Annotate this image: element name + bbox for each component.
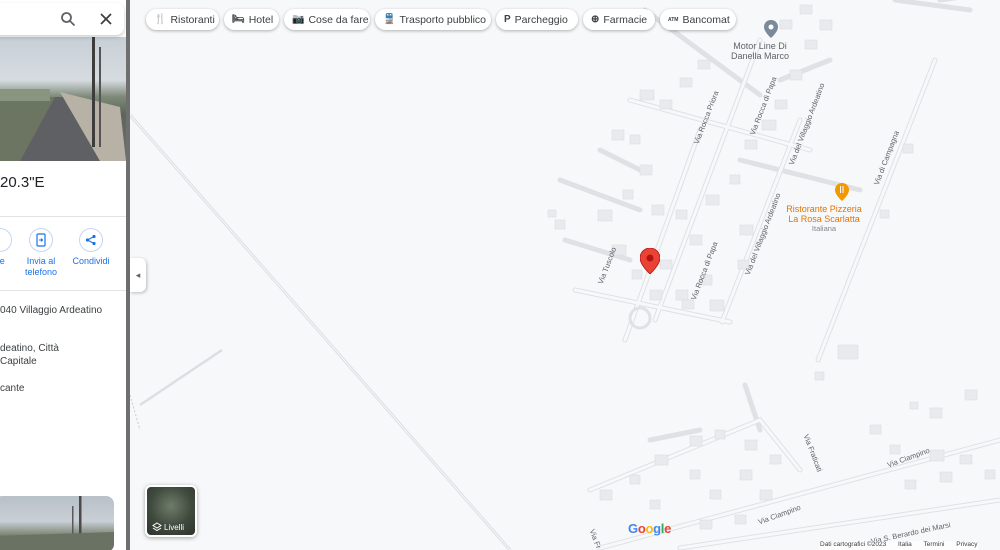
chip-label: Cose da fare [308, 13, 369, 26]
locality-line1: deatino, Città [0, 343, 59, 354]
google-letter: g [653, 521, 661, 536]
chip-hotel[interactable]: 🛏 Hotel [224, 9, 279, 30]
pharmacy-icon: ⊕ [591, 14, 600, 25]
chip-parcheggio[interactable]: P Parcheggio [496, 9, 578, 30]
search-icon[interactable] [60, 11, 76, 27]
google-logo: Google [628, 521, 671, 536]
poi-name-line: Danella Marco [730, 51, 790, 61]
google-letter: e [664, 521, 672, 536]
map-attribution: Dati cartografici ©2023 Italia Termini P… [820, 541, 978, 550]
chip-trasporto-pubblico[interactable]: 🚆 Trasporto pubblico [375, 9, 491, 30]
photo-scene [0, 496, 114, 550]
share-action[interactable]: Condividi [65, 228, 117, 267]
divider [0, 216, 126, 217]
send-to-phone-action[interactable]: Invia al telefono [15, 228, 67, 278]
restaurant-icon: 🍴 [154, 14, 167, 25]
send-to-phone-icon [29, 228, 53, 252]
plus-code[interactable]: cante [0, 382, 24, 395]
chip-bancomat[interactable]: ATM Bancomat [660, 9, 736, 30]
share-icon [79, 228, 103, 252]
chip-label: Parcheggio [514, 13, 568, 26]
location-marker-icon[interactable] [640, 248, 660, 274]
address-line[interactable]: 040 Villaggio Ardeatino [0, 304, 102, 317]
parking-icon: P [504, 14, 511, 25]
action-label: Invia al telefono [24, 256, 58, 277]
chip-label: Bancomat [682, 13, 730, 26]
map-canvas[interactable]: Via Rocca Priora Via Rocca di Papa Via d… [0, 0, 1000, 550]
place-pin-icon [764, 20, 778, 38]
map-data-credit: Dati cartografici ©2023 [820, 541, 887, 548]
restaurant-pin-icon [835, 183, 849, 201]
poi-name-line: Motor Line Di [733, 41, 787, 51]
privacy-link[interactable]: Privacy [956, 541, 977, 548]
place-details-panel: 20.3"E ze Invia al telefono Condividi 04… [0, 0, 126, 550]
chip-ristoranti[interactable]: 🍴 Ristoranti [146, 9, 219, 30]
poi-category: Italiana [811, 224, 837, 233]
street-view-photo[interactable] [0, 37, 126, 161]
poi-ristorante[interactable]: Ristorante Pizzeria La Rosa Scarlatta It… [774, 183, 868, 235]
poi-name-line: Ristorante Pizzeria [786, 204, 862, 214]
google-letter: G [628, 521, 638, 536]
hotel-icon: 🛏 [232, 14, 245, 25]
poi-name-line: La Rosa Scarlatta [788, 214, 860, 224]
country-link[interactable]: Italia [898, 541, 912, 548]
divider [0, 290, 126, 291]
collapse-panel-button[interactable]: ◂ [130, 258, 146, 292]
photo-thumbnail[interactable] [0, 496, 114, 550]
layers-label: Livelli [164, 523, 185, 532]
atm-icon: ATM [668, 16, 679, 23]
action-label: Condividi [72, 256, 110, 266]
chip-label: Trasporto pubblico [399, 13, 487, 26]
map-roads [128, 0, 1000, 550]
locality-line[interactable]: deatino, Città Capitale [0, 342, 59, 368]
chip-label: Ristoranti [170, 13, 215, 26]
coordinates-title: 20.3"E [0, 174, 45, 191]
search-box[interactable] [0, 3, 124, 35]
google-letter: o [645, 521, 654, 536]
save-icon [0, 228, 12, 252]
poi-motor-line-name: Motor Line Di Danella Marco [720, 41, 800, 61]
chip-cose-da-fare[interactable]: 📷 Cose da fare [284, 9, 370, 30]
chip-farmacie[interactable]: ⊕ Farmacie [583, 9, 655, 30]
terms-link[interactable]: Termini [923, 541, 944, 548]
poi-ristorante-name: Ristorante Pizzeria La Rosa Scarlatta It… [774, 204, 874, 234]
layers-button[interactable]: Livelli [145, 485, 197, 537]
transit-icon: 🚆 [383, 14, 396, 25]
chip-label: Farmacie [603, 13, 648, 26]
street-view-scene [0, 37, 126, 161]
close-icon[interactable] [98, 11, 114, 27]
camera-icon: 📷 [292, 14, 305, 25]
locality-line2: Capitale [0, 356, 37, 367]
chip-label: Hotel [248, 13, 274, 26]
layers-icon [152, 522, 162, 532]
